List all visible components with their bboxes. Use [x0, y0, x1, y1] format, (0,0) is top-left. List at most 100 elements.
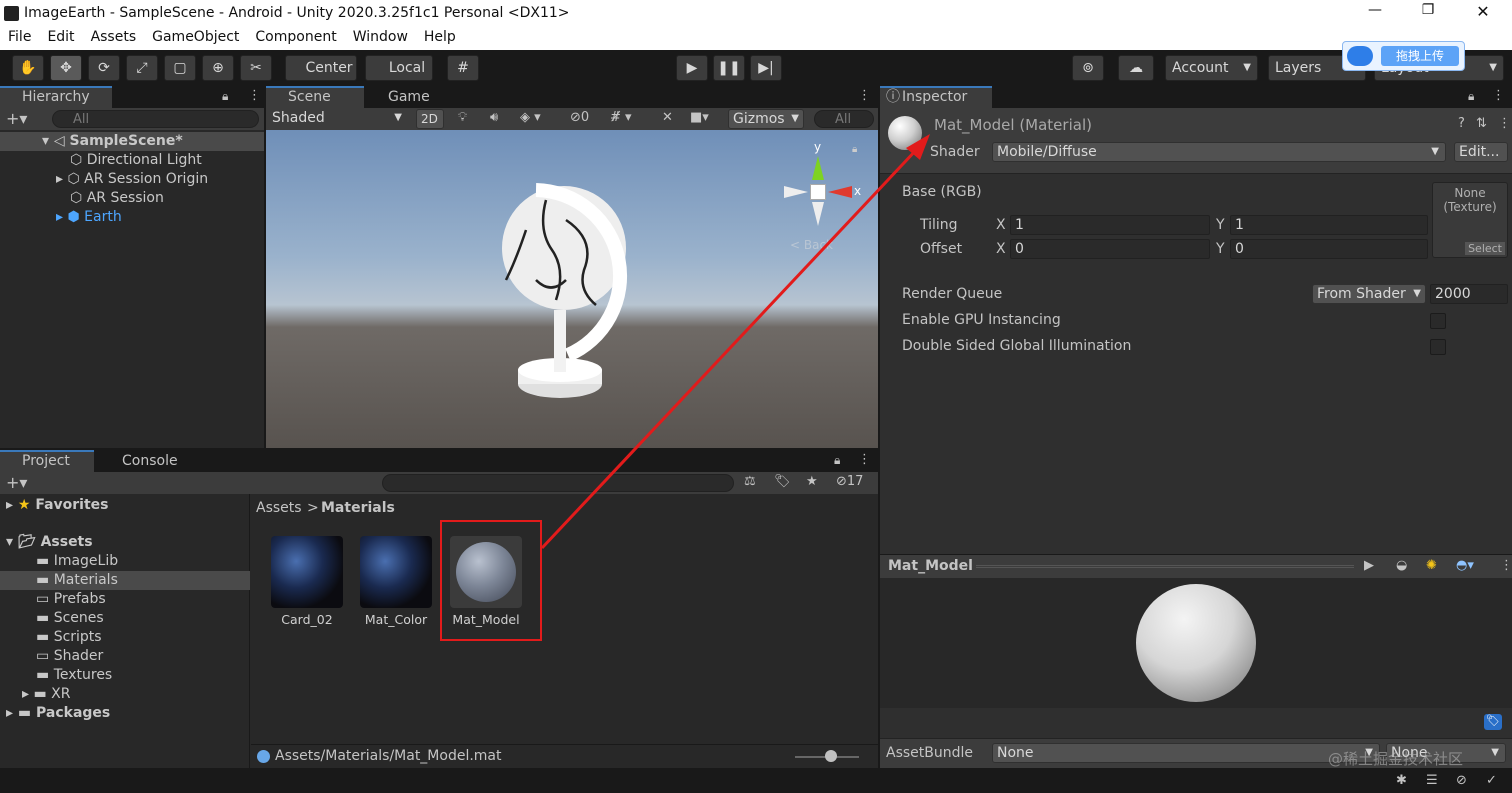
minimize-button[interactable]: —: [1360, 2, 1390, 24]
hierarchy-search-input[interactable]: All: [52, 110, 259, 128]
custom-tool-button[interactable]: ✂: [240, 55, 272, 81]
hidden-objects-icon[interactable]: ⊘0: [570, 110, 589, 125]
hand-tool-button[interactable]: ✋: [12, 55, 44, 81]
offset-x-field[interactable]: 0: [1010, 239, 1210, 259]
move-tool-button[interactable]: ✥: [50, 55, 82, 81]
account-dropdown[interactable]: Account ▼: [1165, 55, 1258, 81]
hierarchy-item-earth[interactable]: ▸ ⬢ Earth: [56, 208, 122, 227]
upload-overlay-badge[interactable]: 拖拽上传: [1342, 41, 1465, 71]
orientation-gizmo[interactable]: y x < Back: [780, 140, 861, 256]
packages-row[interactable]: ▸ ▬ Packages: [6, 704, 110, 723]
offset-y-field[interactable]: 0: [1230, 239, 1428, 259]
search-by-label-icon[interactable]: 🏷︎: [774, 474, 791, 489]
assets-row[interactable]: ▾ 📂︎ Assets: [6, 533, 93, 552]
breadcrumb-current[interactable]: Materials: [321, 500, 395, 516]
more-menu-icon[interactable]: ⋮: [858, 88, 871, 103]
more-menu-icon[interactable]: ⋮: [248, 88, 261, 103]
more-menu-icon[interactable]: ⋮: [1498, 116, 1511, 131]
tab-hierarchy[interactable]: Hierarchy: [0, 86, 112, 108]
scene-row[interactable]: ▾ ◁ SampleScene*: [0, 132, 264, 151]
folder-item-materials[interactable]: ▬ Materials: [0, 571, 250, 590]
preview-drag-handle[interactable]: [976, 565, 1354, 568]
cache-icon[interactable]: ☰: [1426, 773, 1438, 788]
double-sided-gi-checkbox[interactable]: [1430, 339, 1446, 355]
project-search-input[interactable]: [382, 474, 734, 492]
favorites-row[interactable]: ▸ ★ Favorites: [6, 496, 109, 515]
folder-item[interactable]: ▭ Shader: [36, 647, 103, 666]
folder-item[interactable]: ▸ ▬ XR: [22, 685, 70, 704]
view-label[interactable]: < Back: [790, 238, 833, 252]
folder-item[interactable]: ▬ Textures: [36, 666, 112, 685]
collab-button[interactable]: ⊚: [1072, 55, 1104, 81]
scene-search-input[interactable]: All: [814, 110, 874, 128]
folder-item[interactable]: ▭ Prefabs: [36, 590, 106, 609]
hierarchy-item[interactable]: ⬡ AR Session: [70, 189, 164, 208]
step-button[interactable]: ▶|: [750, 55, 782, 81]
asset-card-02[interactable]: Card_02: [262, 534, 352, 634]
folder-item[interactable]: ▬ ImageLib: [36, 552, 118, 571]
asset-mat-color[interactable]: Mat_Color: [351, 534, 441, 634]
pause-button[interactable]: ❚❚: [713, 55, 745, 81]
tiling-x-field[interactable]: 1: [1010, 215, 1210, 235]
lock-icon[interactable]: 🔒︎: [1468, 89, 1474, 104]
pivot-local-button[interactable]: Local: [365, 55, 433, 81]
tiling-y-field[interactable]: 1: [1230, 215, 1428, 235]
material-preview[interactable]: [880, 578, 1512, 708]
menu-gameobject[interactable]: GameObject: [144, 28, 247, 45]
texture-slot[interactable]: None (Texture) Select: [1432, 182, 1508, 258]
help-icon[interactable]: ?: [1458, 116, 1465, 131]
folder-item[interactable]: ▬ Scripts: [36, 628, 102, 647]
rect-tool-button[interactable]: ▢: [164, 55, 196, 81]
more-menu-icon[interactable]: ⋮: [858, 452, 871, 467]
hidden-packages-icon[interactable]: ⊘17: [836, 474, 863, 489]
lock-icon[interactable]: 🔒︎: [852, 144, 857, 155]
scale-tool-button[interactable]: ⤢: [126, 55, 158, 81]
lighting-icon[interactable]: 💡︎: [458, 110, 467, 125]
hierarchy-item[interactable]: ▸ ⬡ AR Session Origin: [56, 170, 208, 189]
slider-handle[interactable]: [825, 750, 837, 762]
gizmos-dropdown[interactable]: Gizmos ▼: [728, 109, 804, 129]
shading-mode-dropdown[interactable]: Shaded ▼: [268, 109, 408, 129]
more-menu-icon[interactable]: ⋮: [1500, 558, 1512, 573]
texture-select-button[interactable]: Select: [1465, 242, 1505, 255]
preview-shape-icon[interactable]: ◓▾: [1456, 558, 1474, 573]
render-queue-dropdown[interactable]: From Shader ▼: [1312, 284, 1426, 304]
add-icon[interactable]: +▾: [6, 109, 27, 128]
grid-snap-button[interactable]: #: [447, 55, 479, 81]
grid-icon[interactable]: #̸ ▾: [610, 110, 632, 125]
lock-icon[interactable]: 🔒︎: [834, 453, 840, 468]
menu-file[interactable]: File: [0, 28, 39, 45]
close-button[interactable]: ✕: [1468, 2, 1498, 24]
preset-icon[interactable]: ⇅: [1476, 116, 1487, 131]
debug-icon[interactable]: ✱: [1396, 773, 1407, 788]
transform-tool-button[interactable]: ⊕: [202, 55, 234, 81]
favorite-star-icon[interactable]: ★: [806, 474, 818, 489]
2d-toggle[interactable]: 2D: [416, 109, 444, 129]
menu-component[interactable]: Component: [247, 28, 344, 45]
tab-inspector[interactable]: ⓘ Inspector: [880, 86, 992, 108]
preview-play-icon[interactable]: ▶: [1364, 558, 1374, 573]
tools-icon[interactable]: ✕: [662, 110, 673, 125]
assetbundle-dropdown[interactable]: None ▼: [992, 743, 1380, 763]
audio-icon[interactable]: 🔊︎: [490, 110, 498, 125]
scene-viewport[interactable]: y x < Back 🔒︎: [266, 130, 878, 448]
search-by-type-icon[interactable]: ⚖: [744, 474, 756, 489]
check-icon[interactable]: ✓: [1486, 773, 1497, 788]
tab-console[interactable]: Console: [100, 450, 200, 472]
pivot-center-button[interactable]: Center: [285, 55, 357, 81]
cloud-icon[interactable]: ☁: [1118, 55, 1154, 81]
label-tag-icon[interactable]: 🏷︎: [1484, 714, 1502, 730]
more-menu-icon[interactable]: ⋮: [1492, 88, 1505, 103]
breadcrumb-root[interactable]: Assets: [256, 500, 302, 516]
rotate-tool-button[interactable]: ⟳: [88, 55, 120, 81]
add-icon[interactable]: +▾: [6, 473, 27, 492]
lock-icon[interactable]: 🔒︎: [222, 89, 228, 104]
play-button[interactable]: ▶: [676, 55, 708, 81]
shader-dropdown[interactable]: Mobile/Diffuse ▼: [992, 142, 1446, 162]
preview-mesh-icon[interactable]: ◒: [1396, 558, 1407, 573]
render-queue-field[interactable]: 2000: [1430, 284, 1508, 304]
preview-lights-icon[interactable]: ✺: [1426, 558, 1437, 573]
effects-icon[interactable]: ◈ ▾: [520, 110, 541, 125]
tab-scene[interactable]: Scene: [266, 86, 364, 108]
shader-edit-button[interactable]: Edit...: [1454, 142, 1508, 162]
